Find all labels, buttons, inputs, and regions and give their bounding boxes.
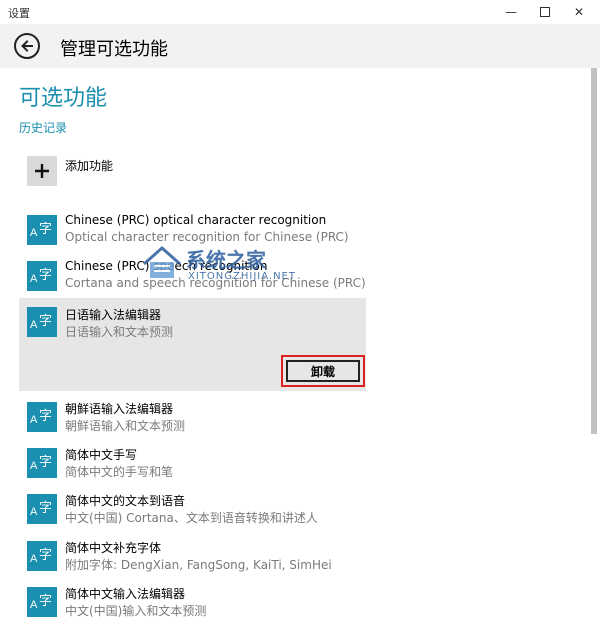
uninstall-button[interactable]: 卸载 [286,360,360,382]
feature-item-supplemental-fonts[interactable]: A字 简体中文补充字体 附加字体: DengXian, FangSong, Ka… [19,538,366,582]
maximize-button[interactable] [528,0,562,24]
page-title: 管理可选功能 [60,39,168,60]
feature-name: 日语输入法编辑器 [65,308,162,322]
feature-item-japanese-ime[interactable]: A字 日语输入法编辑器 日语输入和文本预测 卸载 [19,298,366,391]
close-icon: ✕ [573,5,585,19]
feature-description: 简体中文的手写和笔 [65,465,174,479]
feature-name: 朝鲜语输入法编辑器 [65,402,174,416]
window-title: 设置 [8,7,30,20]
minimize-button[interactable]: — [494,0,528,24]
language-feature-icon: A字 [27,541,57,571]
feature-name: Chinese (PRC) optical character recognit… [65,213,327,227]
language-feature-icon: A字 [27,494,57,524]
section-title: 可选功能 [19,86,108,111]
uninstall-highlight: 卸载 [281,355,365,387]
language-feature-icon: A字 [27,448,57,478]
feature-item-korean-ime[interactable]: A字 朝鲜语输入法编辑器 朝鲜语输入和文本预测 [19,399,366,443]
feature-name: 简体中文输入法编辑器 [65,587,186,601]
close-button[interactable]: ✕ [562,0,596,24]
watermark-house-icon [143,245,181,278]
feature-item-handwriting[interactable]: A字 简体中文手写 简体中文的手写和笔 [19,445,366,489]
feature-name: 简体中文手写 [65,448,138,462]
language-feature-icon: A字 [27,215,57,245]
language-feature-icon: A字 [27,261,57,291]
watermark-title: 系统之家 [186,248,266,272]
feature-description: 附加字体: DengXian, FangSong, KaiTi, SimHei [65,558,332,572]
feature-item-text-to-speech[interactable]: A字 简体中文的文本到语音 中文(中国) Cortana、文本到语音转换和讲述人 [19,491,366,535]
feature-description: 中文(中国) Cortana、文本到语音转换和讲述人 [65,511,318,525]
feature-description: 中文(中国)输入和文本预测 [65,604,207,618]
feature-item-chinese-ime[interactable]: A字 简体中文输入法编辑器 中文(中国)输入和文本预测 [19,584,366,620]
feature-description: 朝鲜语输入和文本预测 [65,419,186,433]
language-feature-icon: A字 [27,402,57,432]
minimize-icon: — [505,5,517,19]
feature-name: 简体中文的文本到语音 [65,494,186,508]
add-feature-icon-box [27,156,57,186]
back-arrow-icon [21,40,33,52]
history-link[interactable]: 历史记录 [19,119,67,136]
add-feature-label: 添加功能 [65,159,114,173]
content-area: 可选功能 历史记录 添加功能 A字 Chinese (PRC) optical … [0,68,590,620]
language-feature-icon: A字 [27,307,57,337]
title-bar: 设置 — ✕ [0,0,600,24]
watermark-subtitle: XITONGZHIJIA.NET [188,271,296,282]
feature-name: 简体中文补充字体 [65,541,162,555]
watermark-logo: 系统之家 XITONGZHIJIA.NET [142,242,362,292]
feature-description: 日语输入和文本预测 [65,325,174,339]
scrollbar-thumb[interactable] [591,68,597,434]
page-header: 管理可选功能 [0,24,600,68]
maximize-icon [540,7,550,17]
back-button[interactable] [14,33,40,59]
plus-icon [35,164,49,178]
language-feature-icon: A字 [27,587,57,617]
